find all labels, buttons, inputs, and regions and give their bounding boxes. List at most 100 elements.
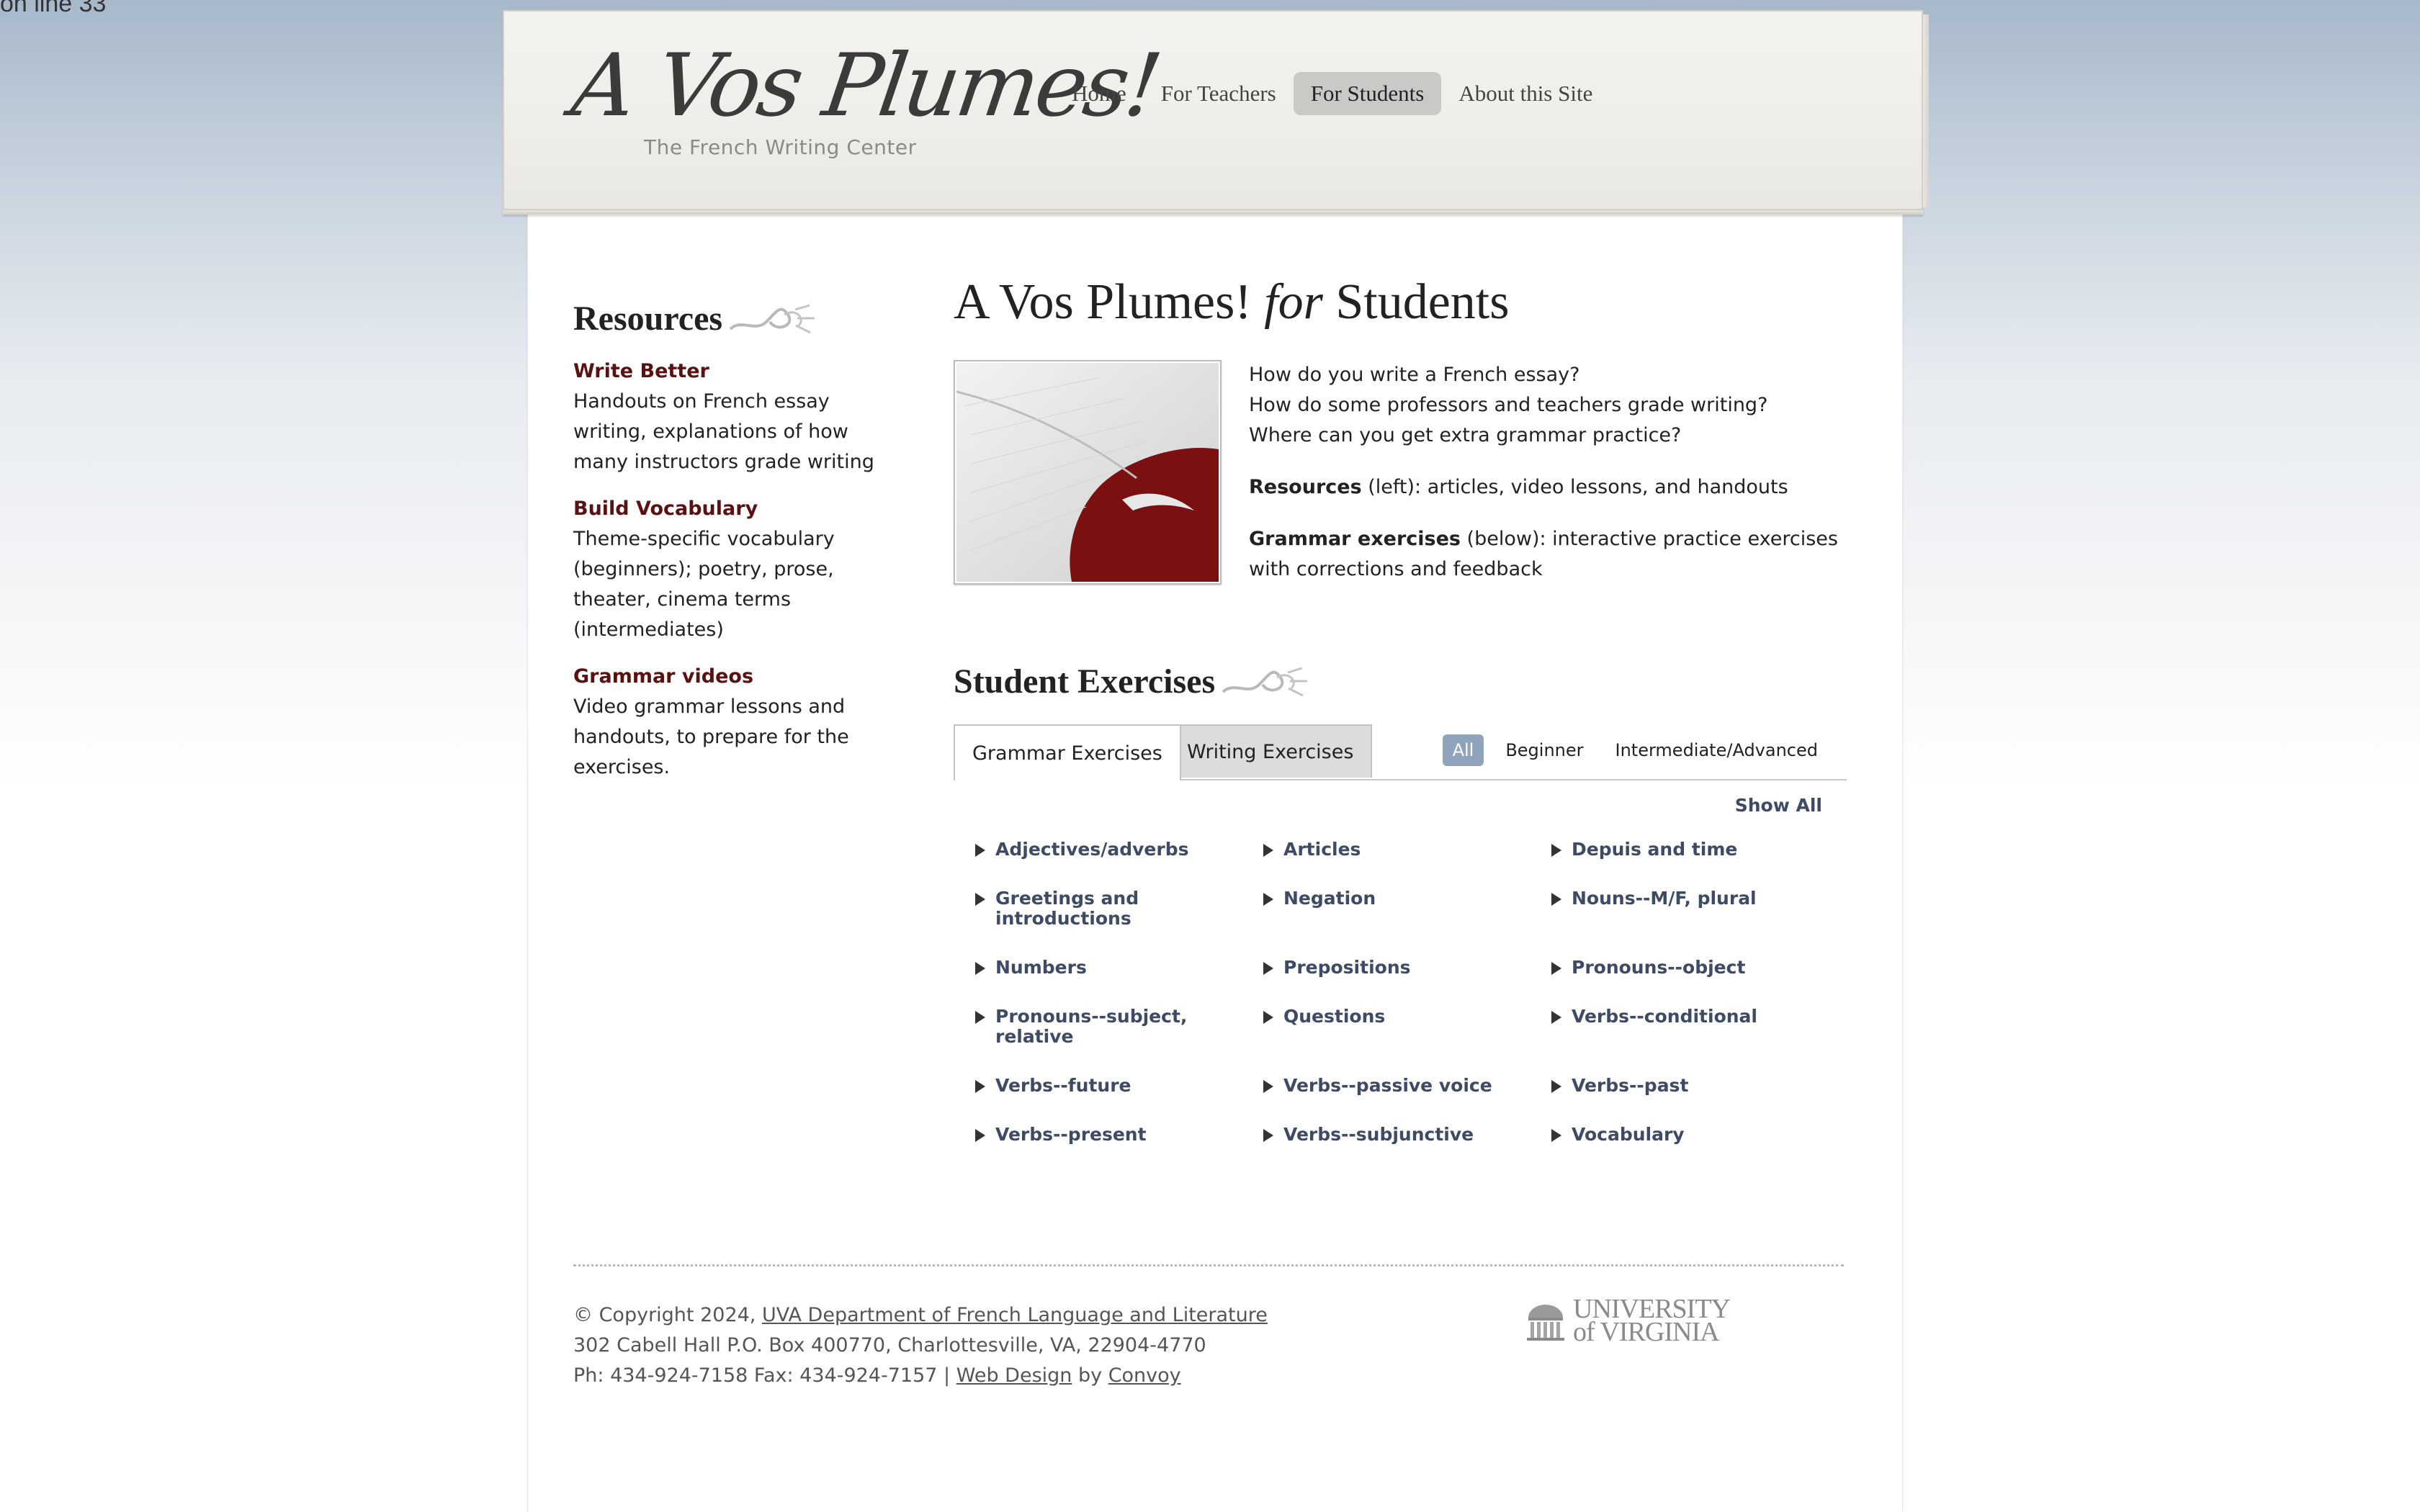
resource-item: Build Vocabulary Theme-specific vocabula… [573,498,876,645]
expand-arrow-icon [1551,962,1561,975]
question: How do some professors and teachers grad… [1249,394,1768,416]
uva-logo[interactable]: UNIVERSITY of VIRGINIA [1524,1295,1731,1347]
phone-text: Ph: 434-924-7158 Fax: 434-924-7157 | [573,1364,956,1387]
expand-arrow-icon [1263,1011,1273,1024]
topic-item[interactable]: Pronouns--object [1551,958,1839,1007]
topic-item[interactable]: Greetings and introductions [975,888,1263,958]
topic-label: Pronouns--object [1572,957,1746,978]
resource-desc: Handouts on French essay writing, explan… [573,390,874,473]
uva-wordmark: UNIVERSITY of VIRGINIA [1573,1295,1731,1347]
resource-desc: Video grammar lessons and handouts, to p… [573,696,849,778]
expand-arrow-icon [1551,893,1561,906]
topic-label: Questions [1283,1006,1386,1027]
expand-arrow-icon [1263,1129,1273,1142]
topic-item[interactable]: Verbs--subjunctive [1263,1125,1551,1174]
topic-grid: Adjectives/adverbs Articles Depuis and t… [975,840,1839,1174]
level-filters: All Beginner Intermediate/Advanced [1442,734,1828,766]
title-for: for [1264,274,1323,330]
exercise-tabs: Grammar Exercises Writing Exercises All … [954,724,1847,780]
copyright-text: © Copyright 2024, [573,1304,762,1326]
grammar-videos-link[interactable]: Grammar videos [573,665,876,688]
main-nav: Home For Teachers For Students About thi… [1054,72,1610,115]
by-text: by [1072,1364,1108,1387]
topic-item[interactable]: Adjectives/adverbs [975,840,1263,888]
flourish-icon [729,304,815,334]
nav-about[interactable]: About this Site [1441,72,1610,115]
topic-label: Numbers [995,957,1087,978]
topic-label: Verbs--subjunctive [1283,1124,1474,1145]
expand-arrow-icon [975,1129,985,1142]
expand-arrow-icon [975,962,985,975]
topic-item[interactable]: Vocabulary [1551,1125,1839,1174]
exercises-title: Student Exercises [954,662,1216,701]
topic-item[interactable]: Verbs--past [1551,1076,1839,1125]
topic-item[interactable]: Verbs--passive voice [1263,1076,1551,1125]
flourish-icon [1222,667,1308,697]
expand-arrow-icon [975,844,985,857]
dept-link[interactable]: UVA Department of French Language and Li… [762,1304,1268,1326]
topic-item[interactable]: Articles [1263,840,1551,888]
topic-label: Verbs--present [995,1124,1147,1145]
uva-line2: of VIRGINIA [1573,1317,1720,1347]
intro-questions: How do you write a French essay? How do … [1249,360,1847,451]
expand-arrow-icon [1551,844,1561,857]
filter-beginner[interactable]: Beginner [1495,734,1593,766]
topic-item[interactable]: Verbs--present [975,1125,1263,1174]
nav-for-students[interactable]: For Students [1293,72,1442,115]
phone-line: Ph: 434-924-7158 Fax: 434-924-7157 | Web… [573,1361,1268,1391]
resources-label: Resources [1249,476,1362,498]
resources-note: Resources (left): articles, video lesson… [1249,472,1847,503]
resource-item: Grammar videos Video grammar lessons and… [573,665,876,783]
resources-sidebar: Resources Write Better Handouts on Frenc… [573,297,876,783]
topic-label: Articles [1283,839,1361,860]
filter-intermediate-advanced[interactable]: Intermediate/Advanced [1605,734,1828,766]
site-tagline: The French Writing Center [644,135,917,159]
nav-for-teachers[interactable]: For Teachers [1144,72,1294,115]
write-better-link[interactable]: Write Better [573,360,876,382]
show-all-link[interactable]: Show All [1735,795,1822,816]
topic-label: Prepositions [1283,957,1411,978]
expand-arrow-icon [1263,1080,1273,1093]
topic-label: Greetings and introductions [995,888,1139,929]
rotunda-icon [1527,1305,1564,1341]
filter-all[interactable]: All [1442,734,1484,766]
topic-item[interactable]: Pronouns--subject, relative [975,1007,1263,1076]
topic-label: Pronouns--subject, relative [995,1006,1188,1047]
expand-arrow-icon [1551,1011,1561,1024]
web-design-link[interactable]: Web Design [956,1364,1072,1387]
question: How do you write a French essay? [1249,364,1580,386]
topic-item[interactable]: Numbers [975,958,1263,1007]
topic-item[interactable]: Nouns--M/F, plural [1551,888,1839,958]
build-vocabulary-link[interactable]: Build Vocabulary [573,498,876,520]
expand-arrow-icon [1551,1129,1561,1142]
expand-arrow-icon [1263,962,1273,975]
nav-home[interactable]: Home [1054,72,1144,115]
tab-grammar-exercises[interactable]: Grammar Exercises [954,724,1181,780]
tab-writing-exercises[interactable]: Writing Exercises [1168,724,1373,778]
resource-desc: Theme-specific vocabulary (beginners); p… [573,528,835,641]
expand-arrow-icon [1263,844,1273,857]
resources-note-text: (left): articles, video lessons, and han… [1361,476,1788,498]
resources-heading: Resources [573,297,876,340]
topic-label: Verbs--past [1572,1075,1689,1096]
feather-image-icon [956,363,1219,582]
topic-item[interactable]: Questions [1263,1007,1551,1076]
topic-label: Negation [1283,888,1376,909]
page-title: A Vos Plumes! for Students [954,274,1847,331]
resource-item: Write Better Handouts on French essay wr… [573,360,876,477]
topic-label: Vocabulary [1572,1124,1685,1145]
title-part: Students [1335,274,1510,330]
topic-item[interactable]: Prepositions [1263,958,1551,1007]
topic-item[interactable]: Verbs--future [975,1076,1263,1125]
copyright-line: © Copyright 2024, UVA Department of Fren… [573,1300,1268,1331]
topic-label: Adjectives/adverbs [995,839,1189,860]
site-footer: © Copyright 2024, UVA Department of Fren… [573,1300,1268,1391]
intro-text: How do you write a French essay? How do … [1249,360,1847,606]
topic-item[interactable]: Negation [1263,888,1551,958]
site-header: A Vos Plumes! The French Writing Center … [503,10,1929,210]
topic-item[interactable]: Verbs--conditional [1551,1007,1839,1076]
question: Where can you get extra grammar practice… [1249,424,1682,446]
expand-arrow-icon [975,893,985,906]
convoy-link[interactable]: Convoy [1108,1364,1181,1387]
topic-item[interactable]: Depuis and time [1551,840,1839,888]
